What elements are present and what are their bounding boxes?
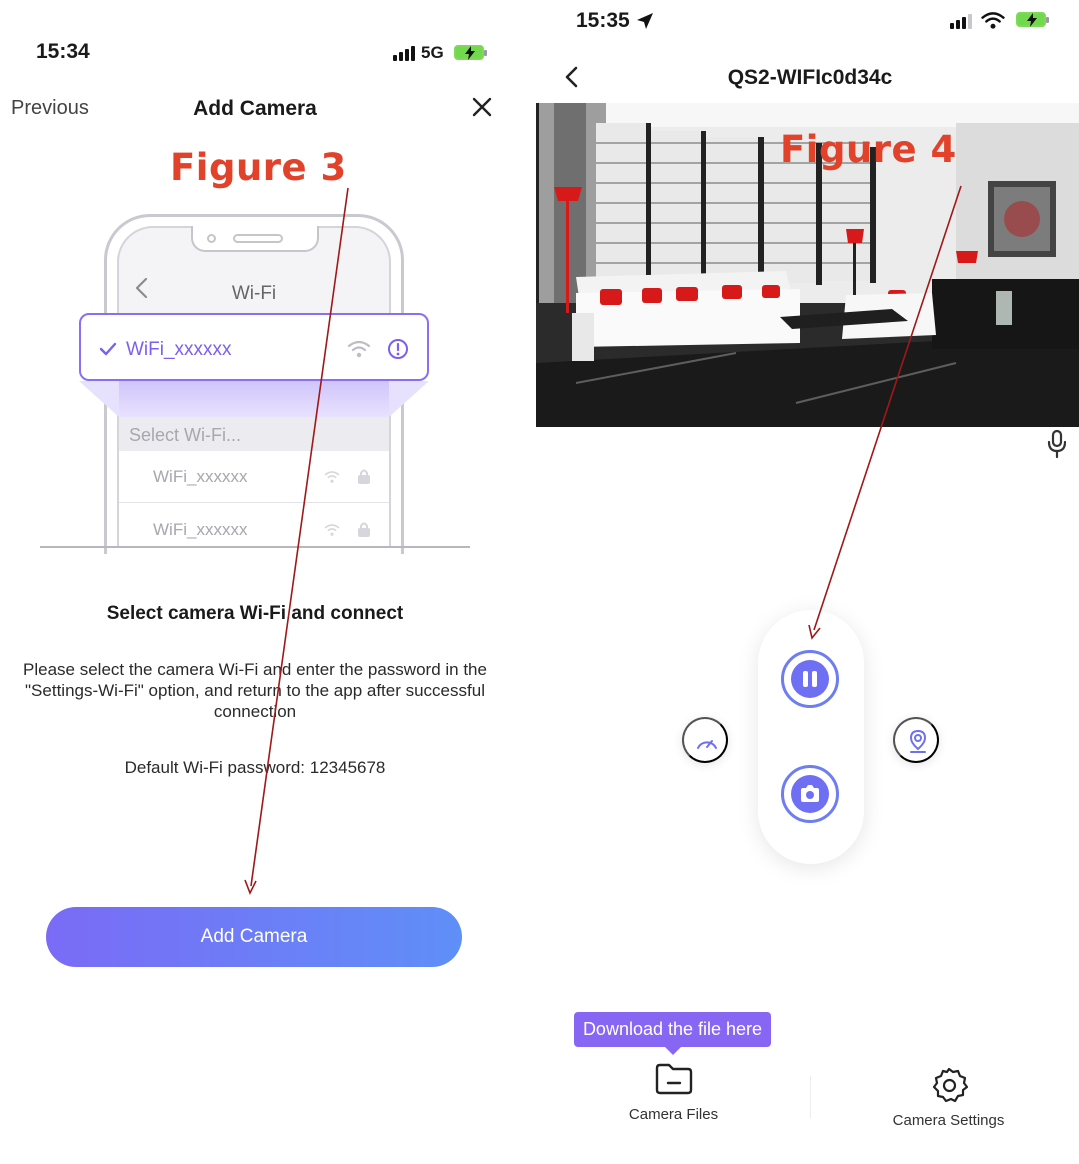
status-time: 15:35 bbox=[576, 9, 630, 32]
list-divider bbox=[119, 502, 389, 503]
network-type: 5G bbox=[421, 43, 444, 62]
wifi-icon bbox=[324, 471, 340, 483]
page-title: Add Camera bbox=[193, 97, 317, 120]
camera-icon bbox=[791, 775, 829, 813]
illustration-screen-title: Wi-Fi bbox=[231, 283, 277, 304]
selected-wifi-card: WiFi_xxxxxx bbox=[79, 313, 429, 381]
phone-notch bbox=[191, 226, 319, 252]
close-icon bbox=[472, 97, 492, 117]
selected-wifi-name: WiFi_xxxxxx bbox=[126, 339, 232, 360]
pause-button[interactable] bbox=[781, 650, 839, 708]
wifi-icon bbox=[347, 340, 371, 358]
battery-charging-icon bbox=[454, 45, 487, 60]
download-tooltip: Download the file here bbox=[574, 1012, 771, 1055]
speed-button[interactable] bbox=[682, 717, 728, 763]
playback-control-panel bbox=[758, 610, 864, 864]
lock-icon bbox=[358, 522, 370, 537]
folder-icon bbox=[655, 1063, 692, 1095]
figure-label: Figure 3 bbox=[170, 146, 347, 189]
location-pin-icon bbox=[909, 729, 927, 753]
microphone-icon bbox=[1047, 429, 1067, 459]
cellular-signal-icon bbox=[950, 14, 972, 29]
microphone-button[interactable] bbox=[1044, 429, 1070, 461]
illustration-baseline bbox=[40, 546, 470, 548]
checkmark-icon bbox=[99, 342, 117, 356]
camera-settings-label: Camera Settings bbox=[892, 1112, 1005, 1129]
info-icon bbox=[388, 339, 408, 359]
camera-name: QS2-WIFIc0d34c bbox=[727, 66, 893, 89]
list-item: WiFi_xxxxxx bbox=[153, 520, 248, 539]
instruction-heading: Select camera Wi-Fi and connect bbox=[106, 603, 404, 624]
camera-files-label: Camera Files bbox=[628, 1106, 719, 1123]
cellular-signal-icon bbox=[393, 46, 415, 61]
speedometer-icon bbox=[697, 740, 717, 749]
camera-settings-tab[interactable]: Camera Settings bbox=[876, 1066, 1021, 1129]
add-camera-screen: 15:34 5G Previous Add Camera Figure 3 Wi… bbox=[0, 0, 510, 1164]
close-button[interactable] bbox=[470, 96, 494, 120]
camera-live-screen: 15:35 QS2-WIFIc0d34c Figure 4 Download t… bbox=[536, 0, 1079, 1164]
status-time: 15:34 bbox=[36, 40, 90, 63]
add-camera-button[interactable]: Add Camera bbox=[46, 907, 462, 967]
list-header: Select Wi-Fi... bbox=[129, 425, 242, 445]
location-arrow-icon bbox=[637, 13, 653, 29]
location-button[interactable] bbox=[893, 717, 939, 763]
pause-icon bbox=[791, 660, 829, 698]
instruction-text: Please select the camera Wi-Fi and enter… bbox=[23, 660, 487, 721]
list-item: WiFi_xxxxxx bbox=[153, 467, 248, 486]
lock-icon bbox=[358, 469, 370, 484]
snapshot-button[interactable] bbox=[781, 765, 839, 823]
highlight-glow-sides bbox=[79, 381, 429, 417]
default-password: Default Wi-Fi password: 12345678 bbox=[124, 758, 386, 777]
wifi-icon bbox=[324, 524, 340, 536]
battery-charging-icon bbox=[1016, 12, 1049, 27]
camera-files-tab[interactable]: Camera Files bbox=[606, 1062, 741, 1123]
figure-label: Figure 4 bbox=[780, 128, 957, 171]
wifi-status-icon bbox=[981, 12, 1005, 29]
gear-icon bbox=[932, 1067, 968, 1103]
tab-divider bbox=[810, 1076, 811, 1118]
